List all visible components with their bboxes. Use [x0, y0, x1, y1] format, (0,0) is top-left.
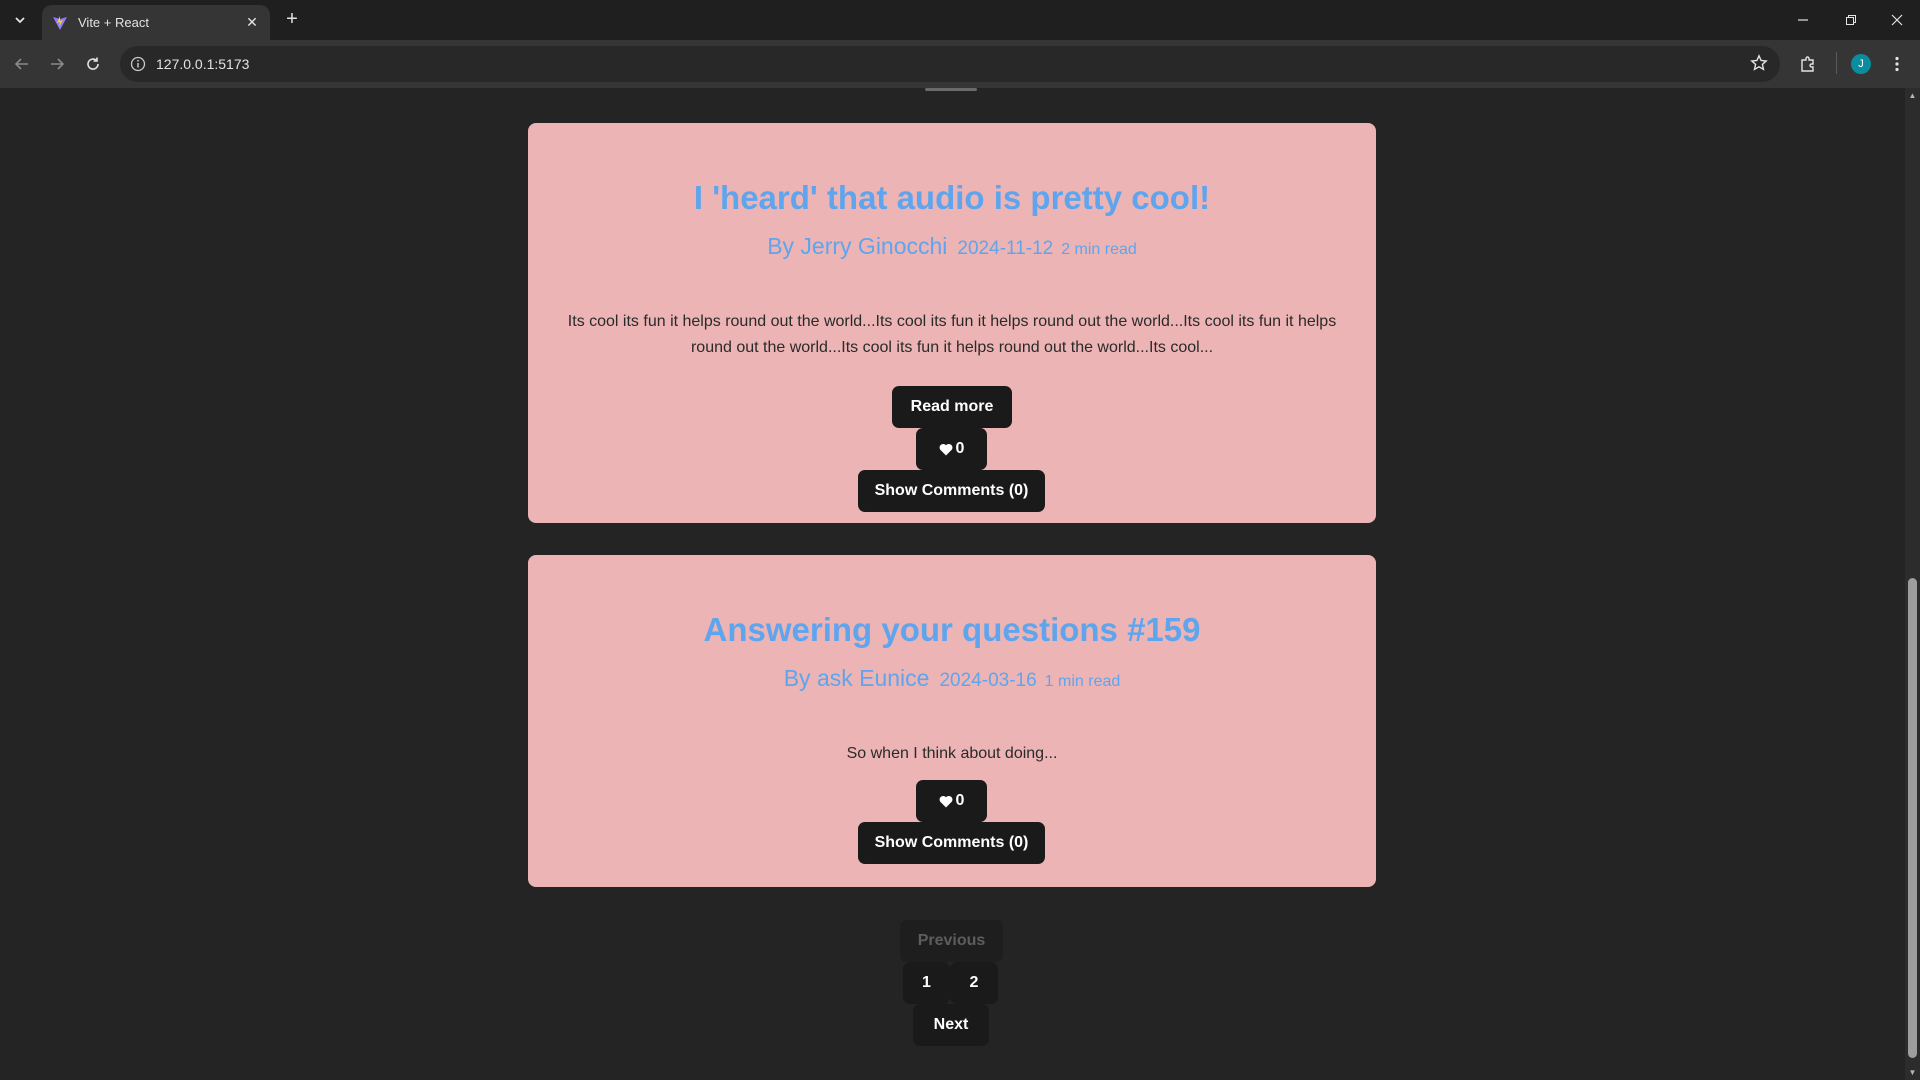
read-more-button[interactable]: Read more: [892, 386, 1012, 428]
post-excerpt: So when I think about doing...: [846, 745, 1058, 762]
site-info-icon[interactable]: [120, 56, 156, 72]
post-author: By ask Eunice: [783, 665, 930, 691]
show-comments-button[interactable]: Show Comments (0): [858, 822, 1045, 864]
reload-button[interactable]: [81, 52, 105, 76]
more-vertical-icon: [1895, 56, 1899, 72]
tab-search-button[interactable]: [8, 8, 32, 32]
post-title[interactable]: I 'heard' that audio is pretty cool!: [528, 179, 1376, 217]
heart-icon: [939, 795, 952, 807]
tab-title: Vite + React: [78, 15, 149, 30]
forward-button[interactable]: [45, 52, 69, 76]
post-card: Answering your questions #159 By ask Eun…: [528, 555, 1376, 887]
back-button[interactable]: [10, 52, 34, 76]
post-read-time: 2 min read: [1061, 241, 1137, 258]
bookmark-star-icon[interactable]: [1750, 54, 1768, 77]
post-meta: By Jerry Ginocchi 2024-11-12 2 min read: [528, 233, 1376, 260]
post-read-time: 1 min read: [1044, 673, 1121, 690]
extensions-button[interactable]: [1796, 52, 1820, 76]
show-comments-button[interactable]: Show Comments (0): [858, 470, 1045, 512]
scroll-down-arrow-icon[interactable]: ▼: [1908, 1068, 1917, 1077]
next-page-button[interactable]: Next: [913, 1004, 989, 1046]
post-author: By Jerry Ginocchi: [767, 233, 948, 259]
scroll-up-arrow-icon[interactable]: ▲: [1908, 91, 1917, 100]
post-title[interactable]: Answering your questions #159: [528, 611, 1376, 649]
post-date: 2024-11-12: [957, 238, 1054, 259]
page-scrollbar[interactable]: ▲ ▼: [1905, 88, 1920, 1080]
browser-menu-button[interactable]: [1885, 52, 1909, 76]
tab-strip: Vite + React ✕ +: [0, 0, 1920, 40]
minimize-icon: [1798, 19, 1808, 21]
avatar: J: [1851, 54, 1871, 74]
close-icon: [1891, 14, 1903, 26]
new-tab-button[interactable]: +: [280, 8, 304, 32]
top-divider: [925, 88, 977, 91]
post-card: I 'heard' that audio is pretty cool! By …: [528, 123, 1376, 523]
restore-icon: [1846, 15, 1856, 25]
close-tab-icon[interactable]: ✕: [244, 14, 260, 31]
reload-icon: [87, 57, 99, 70]
page-viewport: I 'heard' that audio is pretty cool! By …: [0, 88, 1905, 1080]
like-count: 0: [955, 792, 965, 809]
page-2-button[interactable]: 2: [950, 962, 998, 1004]
post-excerpt: Its cool its fun it helps round out the …: [567, 313, 1337, 356]
profile-button[interactable]: J: [1849, 52, 1873, 76]
restore-button[interactable]: [1828, 0, 1874, 40]
post-meta: By ask Eunice 2024-03-16 1 min read: [528, 665, 1376, 692]
arrow-left-icon: [14, 58, 28, 70]
puzzle-icon: [1801, 56, 1814, 72]
page-1-button[interactable]: 1: [903, 962, 950, 1004]
close-window-button[interactable]: [1874, 0, 1920, 40]
heart-icon: [939, 443, 952, 455]
chevron-down-icon: [15, 17, 25, 24]
like-button[interactable]: 0: [916, 428, 987, 470]
browser-toolbar: 127.0.0.1:5173 J: [0, 40, 1920, 88]
post-date: 2024-03-16: [939, 670, 1037, 691]
vite-logo-icon: [53, 15, 67, 30]
toolbar-divider: [1836, 52, 1837, 74]
previous-page-button[interactable]: Previous: [900, 920, 1003, 962]
arrow-right-icon: [51, 58, 65, 70]
url-text: 127.0.0.1:5173: [156, 56, 250, 72]
browser-tab-active[interactable]: Vite + React ✕: [42, 5, 270, 40]
like-count: 0: [955, 440, 965, 457]
scrollbar-thumb[interactable]: [1908, 578, 1917, 1058]
minimize-button[interactable]: [1780, 0, 1826, 40]
like-button[interactable]: 0: [916, 780, 987, 822]
address-bar[interactable]: 127.0.0.1:5173: [120, 46, 1780, 82]
